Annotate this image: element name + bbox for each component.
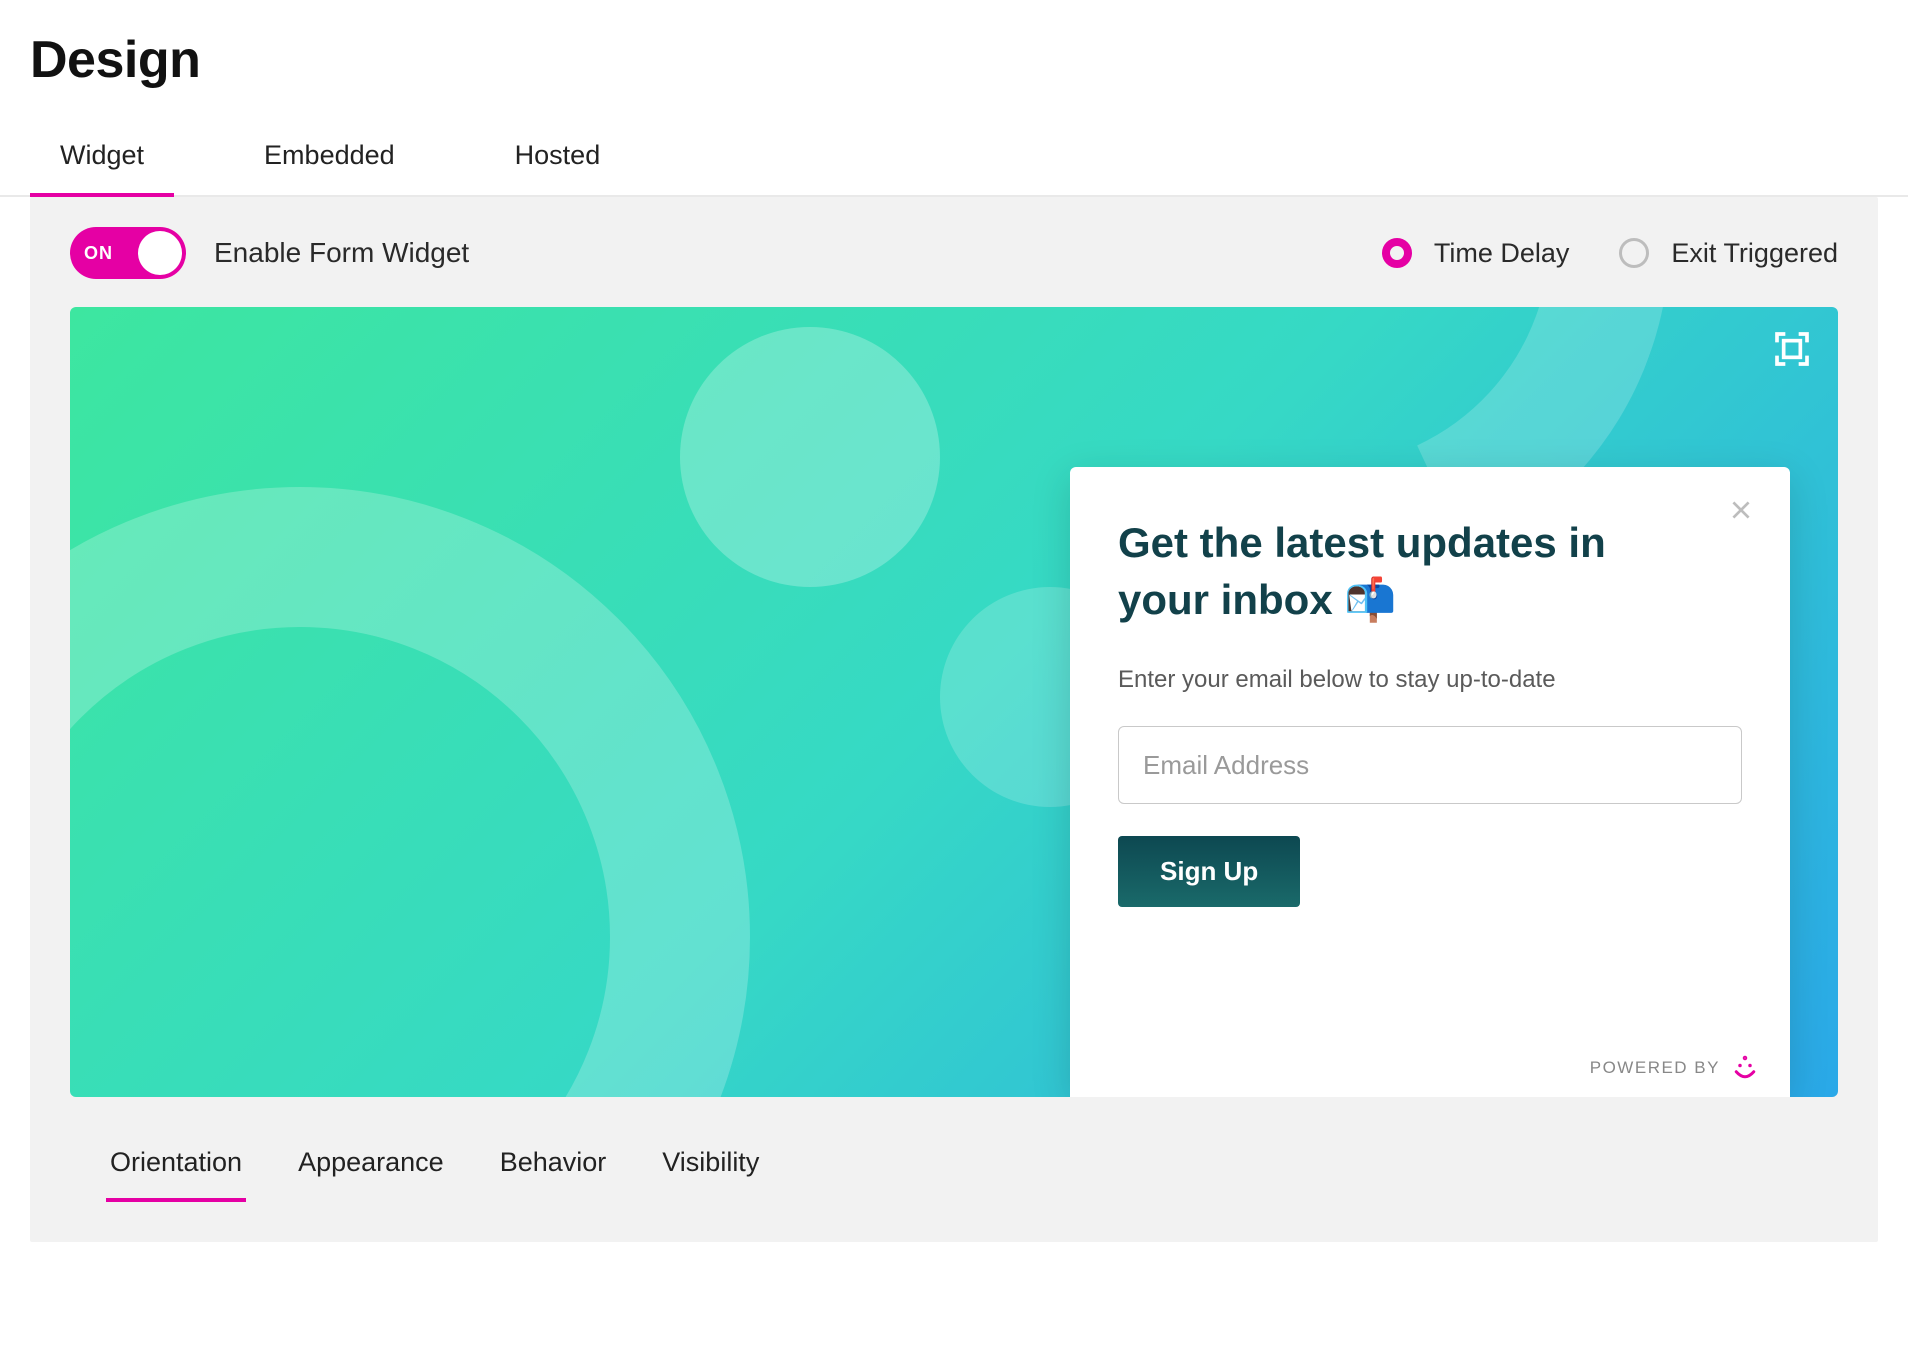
signup-popup: Get the latest updates in your inbox 📬 E… (1070, 467, 1790, 1097)
tab-embedded[interactable]: Embedded (234, 130, 425, 197)
tab-orientation[interactable]: Orientation (106, 1141, 246, 1202)
tabs-bottom: Orientation Appearance Behavior Visibili… (70, 1097, 1838, 1202)
page-title: Design (0, 30, 1908, 130)
tab-hosted[interactable]: Hosted (485, 130, 631, 197)
signup-button[interactable]: Sign Up (1118, 836, 1300, 907)
toggle-on-label: ON (84, 243, 113, 264)
radio-icon-selected (1382, 238, 1412, 268)
tab-widget[interactable]: Widget (30, 130, 174, 197)
powered-by: POWERED BY (1590, 1053, 1760, 1083)
radio-label-exit-triggered: Exit Triggered (1671, 238, 1838, 269)
widget-preview: Get the latest updates in your inbox 📬 E… (70, 307, 1838, 1097)
enable-widget-toggle[interactable]: ON (70, 227, 186, 279)
close-icon[interactable] (1728, 497, 1756, 525)
radio-time-delay[interactable]: Time Delay (1382, 238, 1570, 269)
enable-widget-label: Enable Form Widget (214, 237, 469, 269)
tab-appearance[interactable]: Appearance (294, 1141, 448, 1202)
smiley-icon (1730, 1053, 1760, 1083)
tab-behavior[interactable]: Behavior (496, 1141, 611, 1202)
popup-title: Get the latest updates in your inbox 📬 (1118, 515, 1742, 628)
widget-panel: ON Enable Form Widget Time Delay Exit Tr… (30, 197, 1878, 1242)
radio-label-time-delay: Time Delay (1434, 238, 1570, 269)
radio-icon (1619, 238, 1649, 268)
popup-subtitle: Enter your email below to stay up-to-dat… (1118, 666, 1742, 694)
controls-row: ON Enable Form Widget Time Delay Exit Tr… (70, 227, 1838, 279)
tabs-top: Widget Embedded Hosted (0, 130, 1908, 197)
email-input[interactable] (1118, 726, 1742, 804)
fullscreen-icon[interactable] (1772, 329, 1812, 369)
powered-by-label: POWERED BY (1590, 1058, 1720, 1078)
tab-visibility[interactable]: Visibility (658, 1141, 763, 1202)
toggle-knob (138, 231, 182, 275)
radio-exit-triggered[interactable]: Exit Triggered (1619, 238, 1838, 269)
